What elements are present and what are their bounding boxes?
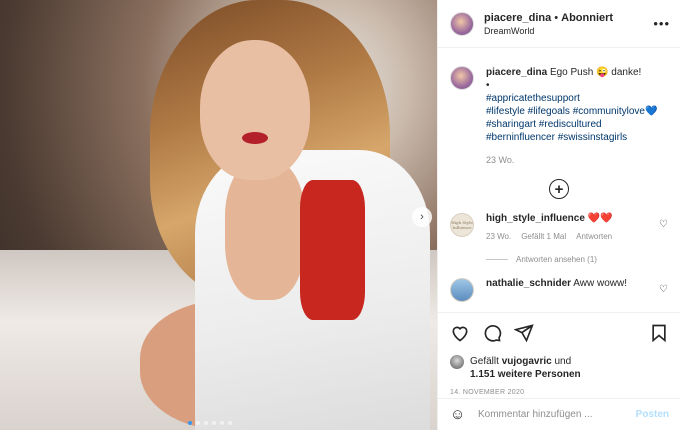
comment-username[interactable]: high_style_influence (486, 213, 585, 224)
likes-others-link[interactable]: 1.151 weitere Personen (470, 369, 581, 380)
carousel-dot (220, 421, 224, 425)
carousel-dot (204, 421, 208, 425)
post-date[interactable]: 14. NOVEMBER 2020 (450, 389, 669, 396)
photo-lips (242, 132, 268, 144)
comment-meta: 23 Wo. Gefällt 1 Mal Antworten (486, 232, 668, 241)
carousel-dot (196, 421, 200, 425)
location-link[interactable]: DreamWorld (484, 26, 653, 36)
comment-username[interactable]: nathalie_schnider (486, 278, 571, 289)
carousel-dots (188, 421, 232, 425)
add-comment-bar: ☺ Posten (438, 398, 680, 430)
likes-prefix: Gefällt (470, 356, 499, 367)
caption-text: Ego Push 😜 danke! (549, 67, 642, 78)
liker-username[interactable]: vujogavric (502, 356, 552, 367)
caption-username[interactable]: piacere_dina (486, 67, 547, 78)
caption-first-line: piacere_dina Ego Push 😜 danke! (486, 66, 657, 79)
view-replies-button[interactable]: Antworten ansehen (1) (486, 255, 668, 264)
view-replies-label: Antworten ansehen (1) (516, 255, 597, 264)
avatar[interactable] (450, 66, 474, 90)
comment-icon[interactable] (482, 323, 502, 343)
post-photo[interactable]: › (0, 0, 437, 430)
instagram-post-view: › piacere_dina • Abonniert DreamWorld ••… (0, 0, 680, 430)
carousel-dot (188, 421, 192, 425)
avatar[interactable] (450, 355, 464, 369)
comment-heart-icon[interactable]: ♡ (659, 284, 668, 295)
comments-list[interactable]: piacere_dina Ego Push 😜 danke! • #appric… (438, 48, 680, 312)
follow-status-button[interactable]: Abonniert (561, 12, 613, 24)
header-username[interactable]: piacere_dina (484, 12, 551, 24)
caption-age[interactable]: 23 Wo. (486, 154, 657, 167)
comment-line: nathalie_schnider Aww woww! (486, 278, 668, 289)
photo-red-top (300, 180, 365, 320)
plus-circle-icon[interactable]: + (549, 179, 569, 199)
caption: piacere_dina Ego Push 😜 danke! • #appric… (450, 66, 668, 167)
carousel-dot (228, 421, 232, 425)
comment-heart-icon[interactable]: ♡ (659, 219, 668, 230)
photo-arm (225, 160, 305, 300)
comment-text: ❤️❤️ (587, 213, 613, 224)
comment-text: Aww woww! (573, 278, 627, 289)
comment-line: high_style_influence ❤️❤️ (486, 213, 668, 224)
chevron-right-icon[interactable]: › (412, 207, 432, 227)
comment-age[interactable]: 23 Wo. (486, 232, 511, 241)
bookmark-icon[interactable] (649, 323, 669, 343)
action-bar: Gefällt vujogavric und 1.151 weitere Per… (438, 312, 680, 396)
avatar[interactable] (450, 11, 474, 36)
comment-input[interactable] (478, 409, 636, 420)
comment: High Style Influence high_style_influenc… (450, 213, 668, 241)
likes-conj: und (554, 356, 572, 367)
hashtag-line[interactable]: #lifestyle #lifegoals #communitylove💙 (486, 105, 657, 118)
photo-face (200, 40, 310, 180)
comment-body: nathalie_schnider Aww woww! (486, 278, 668, 302)
post-header: piacere_dina • Abonniert DreamWorld ••• (438, 0, 680, 48)
hashtag-line[interactable]: #berninfluencer #swissinstagirls (486, 131, 657, 144)
header-text: piacere_dina • Abonniert DreamWorld (484, 12, 653, 36)
hashtag-line[interactable]: #appricatethesupport (486, 92, 657, 105)
replies-divider (486, 259, 508, 260)
action-icons (450, 321, 669, 345)
carousel-dot (212, 421, 216, 425)
caption-body: piacere_dina Ego Push 😜 danke! • #appric… (486, 66, 657, 167)
likes-text: Gefällt vujogavric und 1.151 weitere Per… (470, 355, 581, 381)
comment: nathalie_schnider Aww woww! ♡ (450, 278, 668, 302)
post-side-panel: piacere_dina • Abonniert DreamWorld ••• … (437, 0, 680, 430)
header-separator: • (554, 11, 559, 24)
header-line: piacere_dina • Abonniert (484, 12, 653, 24)
hashtag-line[interactable]: #sharingart #rediscultured (486, 118, 657, 131)
paper-plane-icon[interactable] (514, 323, 534, 343)
likes-summary: Gefällt vujogavric und 1.151 weitere Per… (450, 355, 669, 381)
comment-body: high_style_influence ❤️❤️ 23 Wo. Gefällt… (486, 213, 668, 241)
reply-button[interactable]: Antworten (576, 232, 612, 241)
more-horizontal-icon[interactable]: ••• (653, 16, 670, 31)
avatar[interactable]: High Style Influence (450, 213, 474, 237)
heart-icon[interactable] (450, 323, 470, 343)
comment-likes[interactable]: Gefällt 1 Mal (521, 232, 566, 241)
smiley-icon[interactable]: ☺ (450, 406, 470, 423)
caption-bullet: • (486, 80, 490, 91)
post-button[interactable]: Posten (636, 409, 669, 420)
avatar[interactable] (450, 278, 474, 302)
